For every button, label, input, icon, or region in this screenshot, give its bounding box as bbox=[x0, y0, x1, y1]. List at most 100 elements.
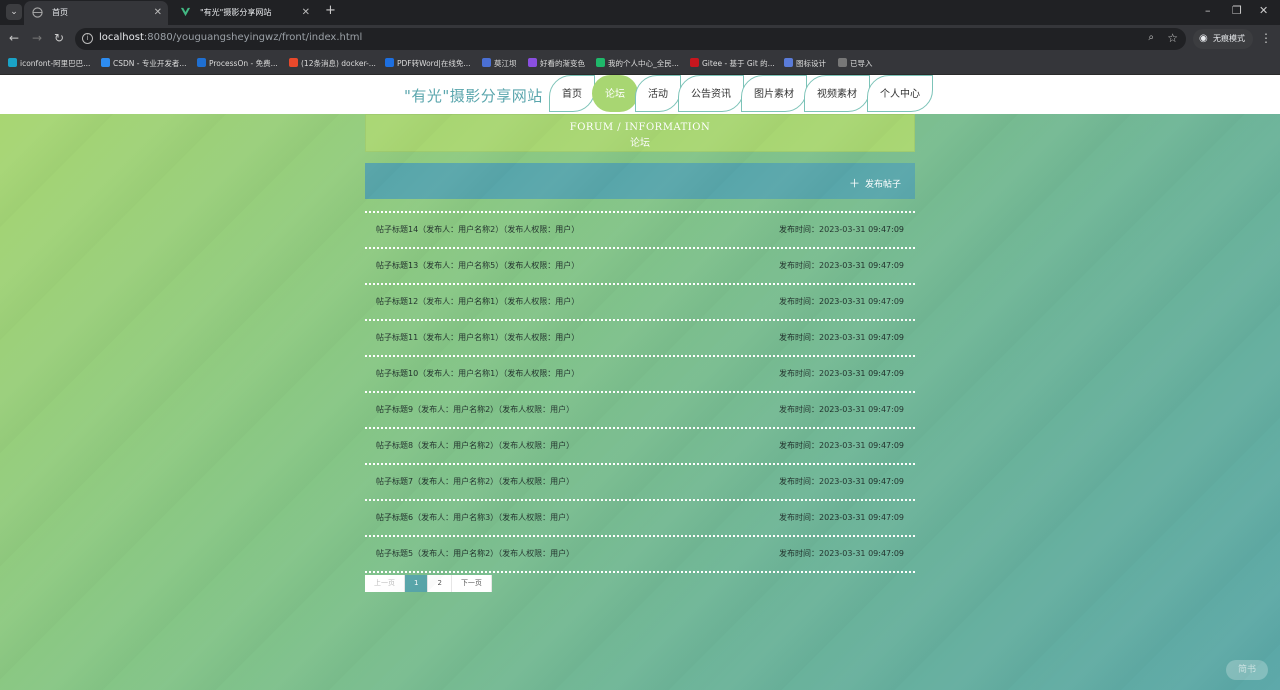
site-title[interactable]: "有光"摄影分享网站 bbox=[404, 85, 543, 106]
back-icon[interactable]: ← bbox=[9, 31, 19, 45]
banner-title: 论坛 bbox=[630, 138, 650, 149]
tab-site[interactable]: "有光"摄影分享网站 ✕ bbox=[172, 1, 316, 25]
post-title[interactable]: 帖子标题10（发布人：用户名称1）（发布人权限：用户） bbox=[376, 368, 579, 379]
forward-icon[interactable]: → bbox=[32, 31, 42, 45]
menu-item-5[interactable]: 图片素材 bbox=[741, 75, 807, 112]
publish-post-button[interactable]: ＋ 发布帖子 bbox=[849, 175, 901, 191]
bookmark-label: Gitee - 基于 Git 的... bbox=[702, 59, 775, 68]
folder-icon bbox=[838, 58, 847, 67]
bookmark-item[interactable]: Gitee - 基于 Git 的... bbox=[690, 58, 775, 69]
post-title[interactable]: 帖子标题9（发布人：用户名称2）（发布人权限：用户） bbox=[376, 404, 574, 415]
menu-item-6[interactable]: 视频素材 bbox=[804, 75, 870, 112]
bookmark-label: (12条消息) docker-... bbox=[301, 59, 376, 68]
publish-post-label: 发布帖子 bbox=[864, 180, 901, 190]
bookmark-label: 已导入 bbox=[850, 59, 873, 68]
content-area: FORUM / INFORMATION 论坛 ＋ 发布帖子 帖子标题14（发布人：… bbox=[0, 114, 1280, 690]
bookmark-favicon-icon bbox=[784, 58, 793, 67]
reload-icon[interactable]: ↻ bbox=[54, 31, 64, 45]
bookmark-favicon-icon bbox=[289, 58, 298, 67]
page-button[interactable]: 1 bbox=[405, 575, 429, 592]
address-bar[interactable]: i localhost:8080/youguangsheyingwz/front… bbox=[75, 28, 1186, 50]
post-title[interactable]: 帖子标题7（发布人：用户名称2）（发布人权限：用户） bbox=[376, 476, 574, 487]
post-row[interactable]: 帖子标题9（发布人：用户名称2）（发布人权限：用户） 发布时间：2023-03-3… bbox=[365, 391, 915, 427]
bookmark-item[interactable]: iconfont-阿里巴巴... bbox=[8, 58, 90, 69]
post-time: 发布时间：2023-03-31 09:47:09 bbox=[779, 441, 904, 450]
pagination: 上一页 1 2 下一页 bbox=[365, 575, 492, 592]
post-title[interactable]: 帖子标题8（发布人：用户名称2）（发布人权限：用户） bbox=[376, 440, 574, 451]
bookmark-label: 我的个人中心_全民... bbox=[608, 59, 679, 68]
bookmarks-bar: iconfont-阿里巴巴... CSDN - 专业开发者... ProcessOn… bbox=[0, 53, 1280, 75]
incognito-badge[interactable]: ◉ 无痕模式 bbox=[1193, 29, 1253, 49]
post-row[interactable]: 帖子标题10（发布人：用户名称1）（发布人权限：用户） 发布时间：2023-03-… bbox=[365, 355, 915, 391]
window-close-icon[interactable]: ✕ bbox=[1259, 4, 1268, 17]
site-header: "有光"摄影分享网站 首页 论坛 活动 公告资讯 图片素材 视频素材 个人中心 bbox=[0, 75, 1280, 114]
page-viewport: "有光"摄影分享网站 首页 论坛 活动 公告资讯 图片素材 视频素材 个人中心 FORUM … bbox=[0, 75, 1280, 690]
bookmark-label: 莫江坝 bbox=[494, 59, 517, 68]
url-text[interactable]: localhost:8080/youguangsheyingwz/front/i… bbox=[99, 32, 362, 43]
bookmark-star-icon[interactable]: ☆ bbox=[1167, 31, 1178, 45]
post-time: 发布时间：2023-03-31 09:47:09 bbox=[779, 225, 904, 234]
incognito-icon: ◉ bbox=[1199, 33, 1208, 44]
post-row[interactable]: 帖子标题12（发布人：用户名称1）（发布人权限：用户） 发布时间：2023-03-… bbox=[365, 283, 915, 319]
post-row[interactable]: 帖子标题8（发布人：用户名称2）（发布人权限：用户） 发布时间：2023-03-3… bbox=[365, 427, 915, 463]
menu-item-1[interactable]: 首页 bbox=[549, 75, 595, 112]
post-title[interactable]: 帖子标题14（发布人：用户名称2）（发布人权限：用户） bbox=[376, 224, 579, 235]
menu-item-7[interactable]: 个人中心 bbox=[867, 75, 933, 112]
new-tab-icon[interactable]: + bbox=[325, 3, 336, 18]
post-time: 发布时间：2023-03-31 09:47:09 bbox=[779, 513, 904, 522]
bookmark-favicon-icon bbox=[8, 58, 17, 67]
bookmark-item[interactable]: 莫江坝 bbox=[482, 58, 517, 69]
next-page-button[interactable]: 下一页 bbox=[451, 575, 492, 592]
action-bar: ＋ 发布帖子 bbox=[365, 163, 915, 199]
close-icon[interactable]: ✕ bbox=[154, 1, 162, 25]
menu-item-4[interactable]: 公告资讯 bbox=[678, 75, 744, 112]
page-banner: FORUM / INFORMATION 论坛 bbox=[365, 114, 915, 152]
menu-item-2[interactable]: 论坛 bbox=[592, 75, 638, 112]
post-time: 发布时间：2023-03-31 09:47:09 bbox=[779, 369, 904, 378]
menu-kebab-icon[interactable]: ⋮ bbox=[1260, 31, 1272, 45]
bookmark-item[interactable]: PDF转Word|在线免... bbox=[385, 58, 471, 69]
bookmark-favicon-icon bbox=[101, 58, 110, 67]
bookmark-favicon-icon bbox=[690, 58, 699, 67]
bookmark-item[interactable]: (12条消息) docker-... bbox=[289, 58, 376, 69]
bookmark-item[interactable]: 好看的渐变色 bbox=[528, 58, 585, 69]
restore-icon[interactable]: ❐ bbox=[1232, 4, 1242, 17]
post-row[interactable]: 帖子标题7（发布人：用户名称2）（发布人权限：用户） 发布时间：2023-03-3… bbox=[365, 463, 915, 499]
post-title[interactable]: 帖子标题12（发布人：用户名称1）（发布人权限：用户） bbox=[376, 296, 579, 307]
tab-home[interactable]: 首页 ✕ bbox=[24, 1, 168, 25]
post-row[interactable]: 帖子标题14（发布人：用户名称2）（发布人权限：用户） 发布时间：2023-03-… bbox=[365, 211, 915, 247]
bookmark-favicon-icon bbox=[482, 58, 491, 67]
browser-toolbar: ← → ↻ i localhost:8080/youguangsheyingwz… bbox=[0, 25, 1280, 53]
menu-item-3[interactable]: 活动 bbox=[635, 75, 681, 112]
bookmark-item[interactable]: CSDN - 专业开发者... bbox=[101, 58, 187, 69]
watermark-logo: 简书 bbox=[1226, 660, 1268, 680]
post-row[interactable]: 帖子标题5（发布人：用户名称2）（发布人权限：用户） 发布时间：2023-03-3… bbox=[365, 535, 915, 571]
post-title[interactable]: 帖子标题5（发布人：用户名称2）（发布人权限：用户） bbox=[376, 548, 574, 559]
globe-icon bbox=[32, 7, 43, 18]
post-row[interactable]: 帖子标题11（发布人：用户名称1）（发布人权限：用户） 发布时间：2023-03-… bbox=[365, 319, 915, 355]
post-title[interactable]: 帖子标题6（发布人：用户名称3）（发布人权限：用户） bbox=[376, 512, 574, 523]
close-icon[interactable]: ✕ bbox=[302, 1, 310, 25]
post-time: 发布时间：2023-03-31 09:47:09 bbox=[779, 477, 904, 486]
bookmark-label: ProcessOn - 免费... bbox=[209, 59, 278, 68]
zoom-icon[interactable]: ⌕ bbox=[1148, 32, 1154, 43]
post-time: 发布时间：2023-03-31 09:47:09 bbox=[779, 297, 904, 306]
post-row[interactable]: 帖子标题6（发布人：用户名称3）（发布人权限：用户） 发布时间：2023-03-3… bbox=[365, 499, 915, 535]
bookmark-favicon-icon bbox=[596, 58, 605, 67]
page-button[interactable]: 2 bbox=[428, 575, 452, 592]
post-row[interactable]: 帖子标题13（发布人：用户名称5）（发布人权限：用户） 发布时间：2023-03-… bbox=[365, 247, 915, 283]
bookmark-label: PDF转Word|在线免... bbox=[397, 59, 471, 68]
minimize-icon[interactable]: – bbox=[1205, 4, 1211, 17]
bookmark-item[interactable]: 图标设计 bbox=[784, 58, 826, 69]
site-info-icon[interactable]: i bbox=[82, 33, 93, 44]
bookmark-item[interactable]: 已导入 bbox=[838, 58, 873, 69]
bookmark-item[interactable]: ProcessOn - 免费... bbox=[197, 58, 278, 69]
prev-page-button[interactable]: 上一页 bbox=[365, 575, 405, 592]
tab-title: 首页 bbox=[52, 8, 68, 17]
banner-subtitle: FORUM / INFORMATION bbox=[569, 122, 711, 133]
bookmark-label: 好看的渐变色 bbox=[540, 59, 585, 68]
post-title[interactable]: 帖子标题11（发布人：用户名称1）（发布人权限：用户） bbox=[376, 332, 579, 343]
bookmark-item[interactable]: 我的个人中心_全民... bbox=[596, 58, 679, 69]
tab-search-button[interactable]: ⌄ bbox=[6, 4, 22, 20]
post-title[interactable]: 帖子标题13（发布人：用户名称5）（发布人权限：用户） bbox=[376, 260, 579, 271]
